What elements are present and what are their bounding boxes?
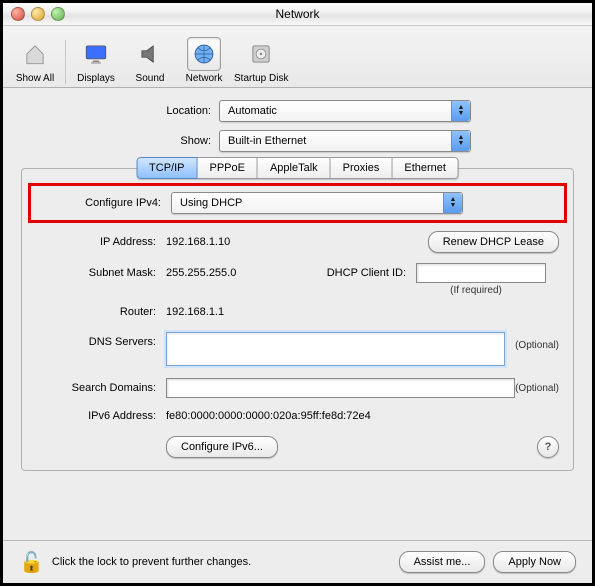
ip-address-label: IP Address: xyxy=(36,236,156,248)
toolbar-displays[interactable]: Displays xyxy=(70,37,122,84)
toolbar-show-all[interactable]: Show All xyxy=(9,37,61,84)
ip-address-value: 192.168.1.10 xyxy=(166,236,418,248)
search-domains-input[interactable] xyxy=(166,378,515,398)
tab-label: AppleTalk xyxy=(270,162,318,174)
location-label: Location: xyxy=(21,105,219,117)
subnet-mask-label: Subnet Mask: xyxy=(36,267,156,279)
speaker-icon xyxy=(133,37,167,71)
dhcp-client-id-label: DHCP Client ID: xyxy=(296,267,406,279)
location-popup[interactable]: Automatic ▲▼ xyxy=(219,100,471,122)
configure-ipv6-button[interactable]: Configure IPv6... xyxy=(166,436,278,458)
show-popup[interactable]: Built-in Ethernet ▲▼ xyxy=(219,130,471,152)
toolbar-network[interactable]: Network xyxy=(178,37,230,84)
renew-dhcp-button[interactable]: Renew DHCP Lease xyxy=(428,231,559,253)
disk-icon xyxy=(244,37,278,71)
ipv6-address-label: IPv6 Address: xyxy=(36,410,156,422)
titlebar: Network xyxy=(3,3,592,26)
tab-label: TCP/IP xyxy=(149,162,184,174)
dns-servers-label: DNS Servers: xyxy=(36,332,156,348)
lock-text: Click the lock to prevent further change… xyxy=(52,556,251,568)
show-label: Show: xyxy=(21,135,219,147)
tab-ethernet[interactable]: Ethernet xyxy=(392,157,459,179)
highlight-box: Configure IPv4: Using DHCP ▲▼ xyxy=(28,183,567,223)
button-label: Assist me... xyxy=(414,556,471,568)
toolbar-startup-disk[interactable]: Startup Disk xyxy=(232,37,290,84)
help-button[interactable]: ? xyxy=(537,436,559,458)
search-domains-label: Search Domains: xyxy=(36,382,156,394)
chevron-updown-icon: ▲▼ xyxy=(451,131,470,151)
display-icon xyxy=(79,37,113,71)
dhcp-client-id-hint: (If required) xyxy=(416,285,536,296)
lock-open-icon: 🔓 xyxy=(19,550,44,575)
toolbar-separator xyxy=(65,40,66,84)
dns-servers-hint: (Optional) xyxy=(515,332,559,351)
toolbar: Show All Displays Sound Network Startup xyxy=(3,26,592,88)
search-domains-hint: (Optional) xyxy=(515,383,559,394)
toolbar-item-label: Startup Disk xyxy=(234,73,288,84)
content-area: Location: Automatic ▲▼ Show: Built-in Et… xyxy=(3,88,592,540)
home-icon xyxy=(18,37,52,71)
button-label: Apply Now xyxy=(508,556,561,568)
lock-control[interactable]: 🔓 xyxy=(19,550,44,575)
dns-servers-input[interactable] xyxy=(166,332,505,366)
tabs-frame: TCP/IP PPPoE AppleTalk Proxies Ethernet … xyxy=(21,168,574,471)
show-value: Built-in Ethernet xyxy=(228,135,306,147)
toolbar-item-label: Show All xyxy=(16,73,54,84)
toolbar-item-label: Displays xyxy=(77,73,115,84)
tab-appletalk[interactable]: AppleTalk xyxy=(258,157,331,179)
router-value: 192.168.1.1 xyxy=(166,306,559,318)
assist-me-button[interactable]: Assist me... xyxy=(399,551,486,573)
tab-proxies[interactable]: Proxies xyxy=(331,157,393,179)
network-prefpane-window: Network Show All Displays Sound Ne xyxy=(3,3,592,583)
tab-tcpip[interactable]: TCP/IP xyxy=(136,157,197,179)
apply-now-button[interactable]: Apply Now xyxy=(493,551,576,573)
configure-ipv4-popup[interactable]: Using DHCP ▲▼ xyxy=(171,192,463,214)
router-label: Router: xyxy=(36,306,156,318)
globe-icon xyxy=(187,37,221,71)
tab-label: PPPoE xyxy=(210,162,245,174)
tab-label: Ethernet xyxy=(404,162,446,174)
button-label: Renew DHCP Lease xyxy=(443,236,544,248)
window-title: Network xyxy=(3,7,592,21)
chevron-updown-icon: ▲▼ xyxy=(451,101,470,121)
tabbar: TCP/IP PPPoE AppleTalk Proxies Ethernet xyxy=(136,157,459,179)
footer: 🔓 Click the lock to prevent further chan… xyxy=(3,540,592,583)
toolbar-sound[interactable]: Sound xyxy=(124,37,176,84)
dhcp-client-id-input[interactable] xyxy=(416,263,546,283)
tab-label: Proxies xyxy=(343,162,380,174)
configure-ipv4-value: Using DHCP xyxy=(180,197,242,209)
ipv6-address-value: fe80:0000:0000:0000:020a:95ff:fe8d:72e4 xyxy=(166,410,559,422)
configure-ipv4-label: Configure IPv4: xyxy=(41,197,161,209)
tab-pppoe[interactable]: PPPoE xyxy=(198,157,258,179)
location-value: Automatic xyxy=(228,105,277,117)
chevron-updown-icon: ▲▼ xyxy=(443,193,462,213)
help-icon: ? xyxy=(545,441,552,453)
toolbar-item-label: Network xyxy=(186,73,223,84)
subnet-mask-value: 255.255.255.0 xyxy=(166,267,286,279)
button-label: Configure IPv6... xyxy=(181,441,263,453)
toolbar-item-label: Sound xyxy=(136,73,165,84)
